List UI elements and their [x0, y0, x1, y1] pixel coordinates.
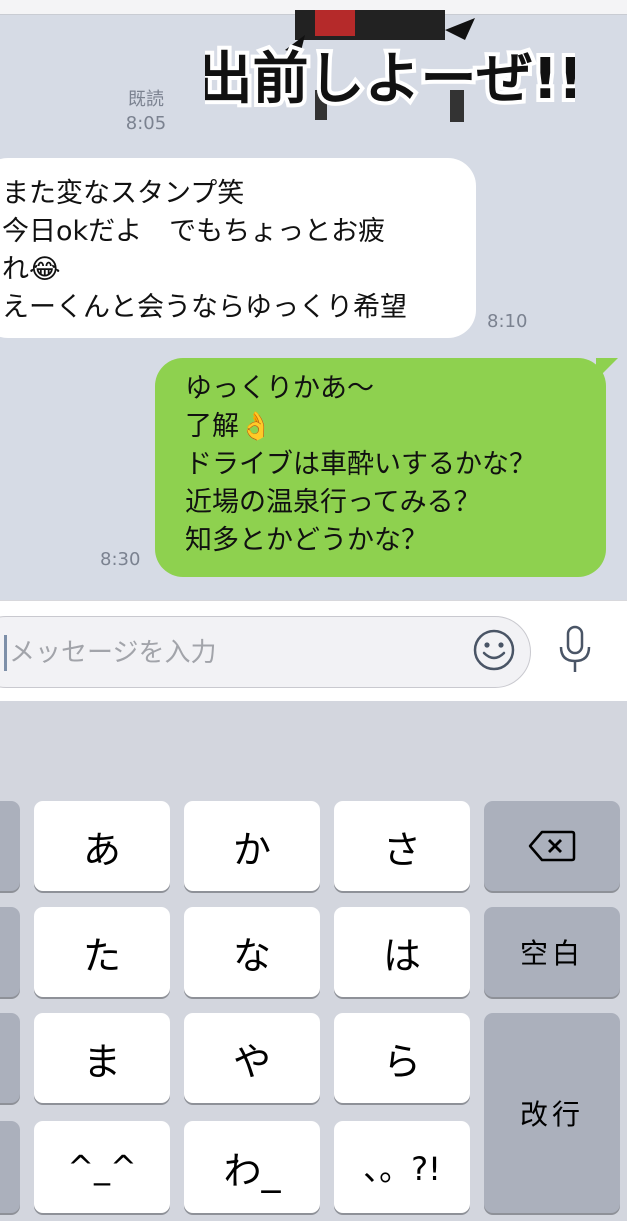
incoming-message-text: また変なスタンプ笑 今日okだよ でもちょっとお疲 れ😂 えーくんと会うならゆっ… — [2, 178, 407, 323]
key-kaomoji[interactable]: ^_^ — [34, 1121, 170, 1213]
key-wa[interactable]: わ_ — [184, 1121, 320, 1213]
key-ta[interactable]: た — [34, 907, 170, 997]
backspace-icon — [528, 830, 576, 862]
kana-keyboard: あ か さ た な は 空白 ま や ら 改行 ^_^ わ_ 、。?! — [0, 701, 627, 1221]
chat-area: 出前しよーぜ!! 既読 8:05 また変なスタンプ笑 今日okだよ でもちょっと… — [0, 0, 627, 600]
sticker-image[interactable]: 出前しよーぜ!! — [205, 10, 575, 125]
message-input[interactable]: メッセージを入力 — [0, 616, 531, 688]
left-edge-key-3[interactable] — [0, 1013, 20, 1103]
incoming-message[interactable]: また変なスタンプ笑 今日okだよ でもちょっとお疲 れ😂 えーくんと会うならゆっ… — [0, 158, 476, 338]
outgoing-message-text: ゆっくりかあ〜 了解👌 ドライブは車酔いするかな？ 近場の温泉行ってみる？ 知多… — [185, 373, 536, 556]
key-ra[interactable]: ら — [334, 1013, 470, 1103]
read-time: 8:05 — [125, 113, 167, 134]
microphone-icon[interactable] — [556, 625, 594, 675]
key-punctuation[interactable]: 、。?! — [334, 1121, 470, 1213]
outgoing-time: 8:30 — [100, 549, 141, 570]
bubble-tail — [596, 358, 618, 380]
smiley-icon[interactable] — [472, 628, 516, 672]
left-edge-key-4[interactable] — [0, 1121, 20, 1213]
read-receipt: 既読 8:05 — [112, 88, 180, 136]
message-input-bar: メッセージを入力 — [0, 600, 627, 702]
key-a[interactable]: あ — [34, 801, 170, 891]
key-na[interactable]: な — [184, 907, 320, 997]
text-caret — [4, 635, 7, 671]
sticker-text: 出前しよーぜ!! — [205, 47, 575, 112]
left-edge-key-1[interactable] — [0, 801, 20, 891]
space-key[interactable]: 空白 — [484, 907, 620, 997]
key-ma[interactable]: ま — [34, 1013, 170, 1103]
incoming-time: 8:10 — [487, 311, 528, 332]
outgoing-message[interactable]: ゆっくりかあ〜 了解👌 ドライブは車酔いするかな？ 近場の温泉行ってみる？ 知多… — [155, 358, 618, 577]
key-ya[interactable]: や — [184, 1013, 320, 1103]
left-edge-key-2[interactable] — [0, 907, 20, 997]
return-key[interactable]: 改行 — [484, 1013, 620, 1213]
key-ha[interactable]: は — [334, 907, 470, 997]
key-ka[interactable]: か — [184, 801, 320, 891]
message-input-placeholder: メッセージを入力 — [9, 638, 217, 668]
key-sa[interactable]: さ — [334, 801, 470, 891]
delete-key[interactable] — [484, 801, 620, 891]
read-label: 既読 — [128, 89, 164, 110]
